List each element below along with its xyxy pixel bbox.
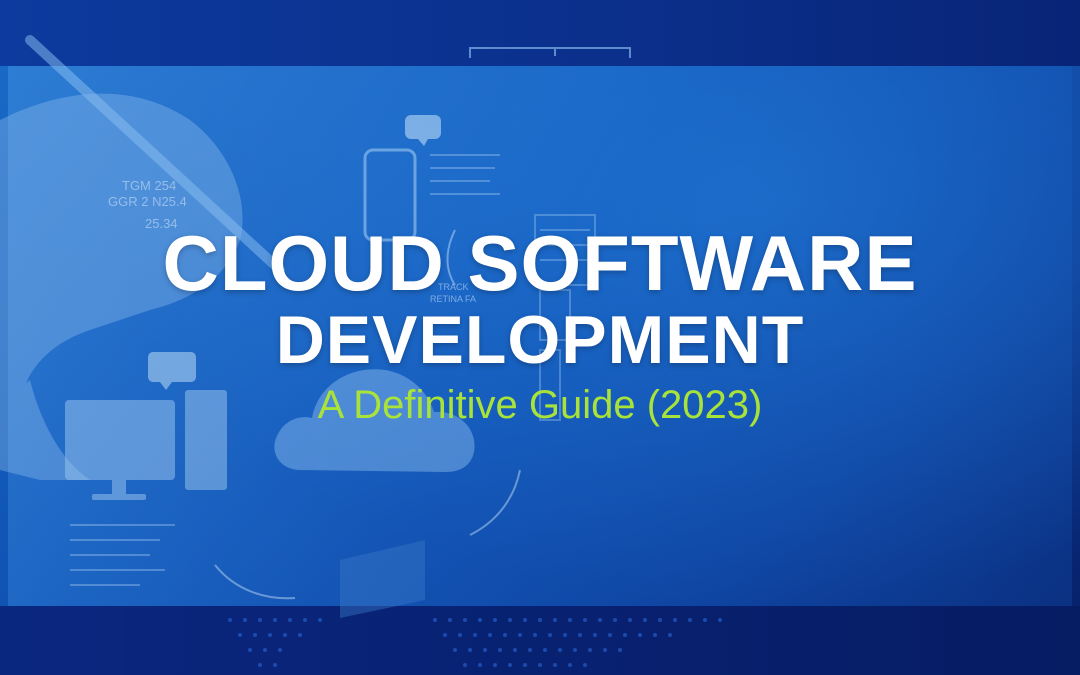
hero-title-block: CLOUD SOFTWARE DEVELOPMENT A Definitive … (0, 222, 1080, 430)
dot-pattern (228, 618, 722, 667)
title-line-2: DEVELOPMENT (275, 302, 805, 378)
readout-text-1: TGM 254 (122, 178, 176, 193)
frame-bracket-icon (469, 47, 631, 58)
laptop-icon (340, 540, 425, 618)
title-line-1: CLOUD SOFTWARE (162, 219, 918, 307)
readout-text-2: GGR 2 N25.4 (108, 194, 187, 209)
subtitle: A Definitive Guide (2023) (317, 383, 763, 427)
chat-bubble-icon (405, 115, 441, 146)
